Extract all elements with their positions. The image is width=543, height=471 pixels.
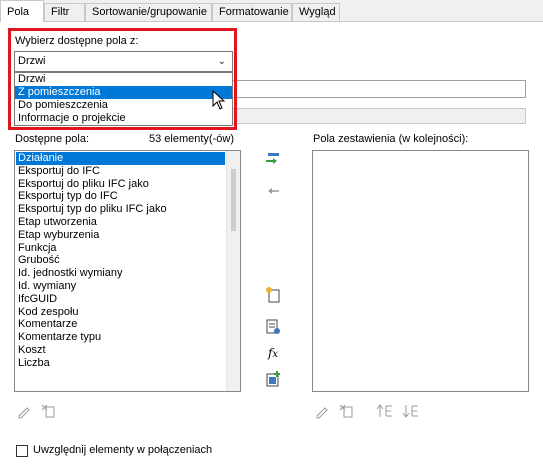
list-item[interactable]: Eksportuj do IFC <box>16 165 225 178</box>
add-to-schedule-icon[interactable] <box>264 370 282 388</box>
tab-fields[interactable]: Pola <box>0 0 44 22</box>
edit-pencil-icon[interactable] <box>314 403 330 419</box>
dropdown-option-project-info[interactable]: Informacje o projekcie <box>15 112 232 125</box>
include-linked-label: Uwzględnij elementy w połączeniach <box>33 444 213 456</box>
fields-source-dropdown-list: Drzwi Z pomieszczenia Do pomieszczenia I… <box>14 72 233 126</box>
tab-strip: Pola Filtr Sortowanie/grupowanie Formato… <box>0 0 543 22</box>
list-item[interactable]: Etap utworzenia <box>16 216 225 229</box>
add-parameter-icon[interactable] <box>264 150 282 168</box>
new-parameter-icon[interactable] <box>264 286 282 304</box>
list-item[interactable]: Etap wyburzenia <box>16 229 225 242</box>
available-fields-items: Działanie Eksportuj do IFC Eksportuj do … <box>16 152 225 370</box>
tab-sorting-grouping[interactable]: Sortowanie/grupowanie <box>85 3 212 21</box>
dropdown-option-doors[interactable]: Drzwi <box>15 73 232 86</box>
remove-parameter-icon[interactable] <box>264 182 282 200</box>
calculated-value-icon[interactable]: fx <box>264 345 282 361</box>
list-item[interactable]: Id. jednostki wymiany <box>16 267 225 280</box>
scheduled-fields-label: Pola zestawienia (w kolejności): <box>313 133 469 145</box>
list-item[interactable]: Liczba <box>16 357 225 370</box>
list-item[interactable]: Funkcja <box>16 242 225 255</box>
list-item[interactable]: Komentarze typu <box>16 331 225 344</box>
mouse-cursor-icon <box>212 90 226 110</box>
list-item[interactable]: Koszt <box>16 344 225 357</box>
list-item[interactable]: Eksportuj typ do pliku IFC jako <box>16 203 225 216</box>
tab-appearance[interactable]: Wygląd <box>292 3 340 21</box>
combine-parameters-icon[interactable] <box>264 318 282 336</box>
scheduled-fields-list[interactable] <box>312 150 529 392</box>
list-item[interactable]: Eksportuj do pliku IFC jako <box>16 178 225 191</box>
list-item[interactable]: IfcGUID <box>16 293 225 306</box>
list-item[interactable]: Id. wymiany <box>16 280 225 293</box>
dropdown-option-to-room[interactable]: Do pomieszczenia <box>15 99 232 112</box>
available-fields-list[interactable]: Działanie Eksportuj do IFC Eksportuj do … <box>14 150 241 392</box>
list-item[interactable]: Grubość <box>16 254 225 267</box>
delete-icon[interactable] <box>338 403 356 419</box>
move-down-icon[interactable] <box>402 403 420 419</box>
available-fields-label: Dostępne pola: <box>15 133 89 145</box>
dropdown-option-from-room[interactable]: Z pomieszczenia <box>15 86 232 99</box>
include-linked-checkbox[interactable] <box>16 445 28 457</box>
list-item[interactable]: Działanie <box>16 152 225 165</box>
list-item[interactable]: Eksportuj typ do IFC <box>16 190 225 203</box>
delete-icon[interactable] <box>40 403 58 419</box>
available-fields-count: 53 elementy(-ów) <box>149 133 234 145</box>
available-fields-scrollbar[interactable] <box>226 151 240 391</box>
list-item[interactable]: Kod zespołu <box>16 306 225 319</box>
move-up-icon[interactable] <box>376 403 394 419</box>
tab-filter[interactable]: Filtr <box>44 3 85 21</box>
scrollbar-thumb[interactable] <box>231 169 236 231</box>
tab-formatting[interactable]: Formatowanie <box>212 3 292 21</box>
list-item[interactable]: Komentarze <box>16 318 225 331</box>
edit-pencil-icon[interactable] <box>16 403 32 419</box>
